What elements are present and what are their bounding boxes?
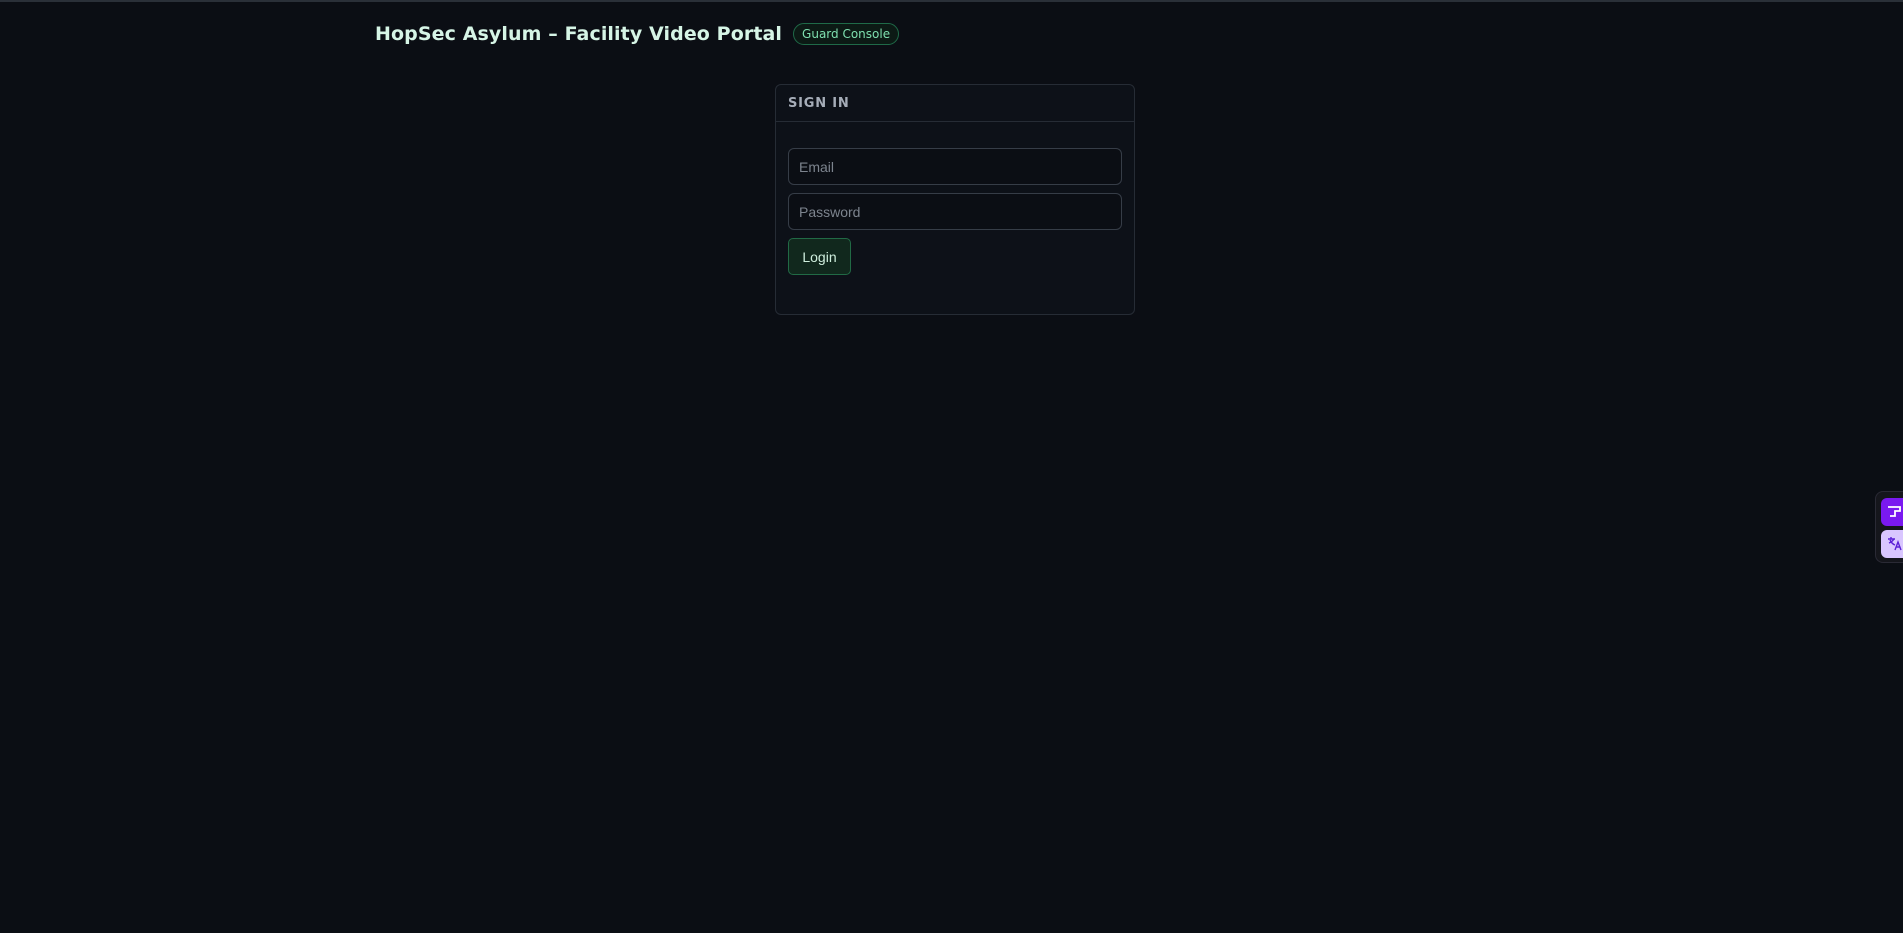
console-badge: Guard Console [793,23,900,45]
extension-icon[interactable] [1881,498,1903,526]
login-button[interactable]: Login [788,238,851,275]
login-card-title: SIGN IN [788,95,850,111]
login-card: SIGN IN Login [775,84,1135,315]
login-card-header: SIGN IN [776,85,1134,122]
email-input[interactable] [788,148,1122,185]
app-title: HopSec Asylum – Facility Video Portal [375,23,783,45]
page-header: HopSec Asylum – Facility Video Portal Gu… [375,22,900,46]
side-widget [1875,491,1903,563]
translate-icon[interactable] [1881,530,1903,558]
top-border [0,0,1903,2]
password-input[interactable] [788,193,1122,230]
